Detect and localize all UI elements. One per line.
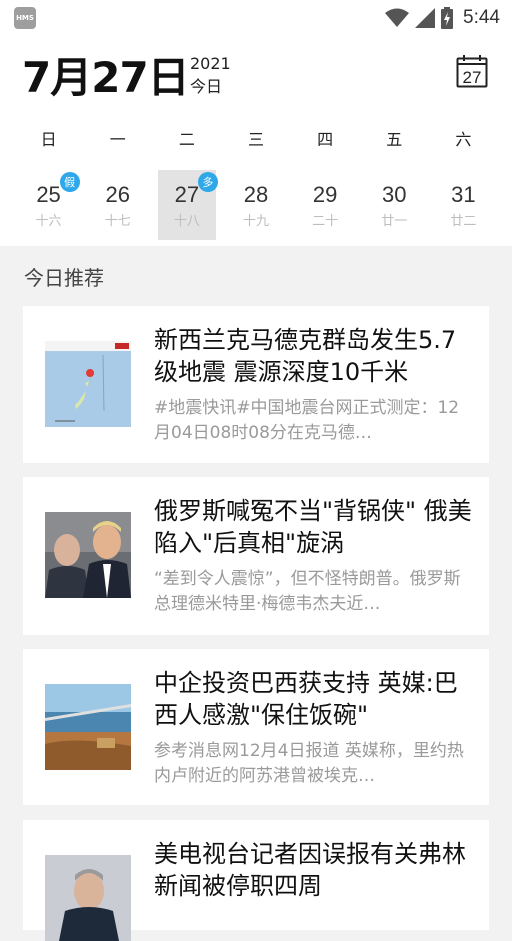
current-date: 7月27日 (22, 53, 190, 102)
hms-app-icon: HMS (14, 7, 36, 29)
day-number: 29 (312, 182, 338, 207)
day-number: 30 (382, 182, 407, 207)
status-time: 5:44 (463, 7, 500, 28)
news-card[interactable]: 俄罗斯喊冤不当"背锅侠" 俄美陷入"后真相"旋涡 “差到令人震惊”，但不怪特朗普… (23, 477, 489, 635)
holiday-badge: 假 (59, 172, 80, 192)
weekday-label: 三 (247, 130, 264, 149)
news-summary: 参考消息网12月4日报道 英媒称，里约热内卢附近的阿苏港曾被埃克… (154, 741, 464, 786)
day-cell-29[interactable]: 29 二十 (291, 170, 360, 240)
multi-event-badge: 多 (197, 172, 218, 192)
calendar-icon: 27 (456, 55, 488, 88)
weekday-label: 五 (386, 130, 403, 149)
weekday-label: 六 (455, 130, 472, 149)
wifi-icon (385, 8, 410, 27)
news-thumbnail-photo (45, 855, 131, 941)
news-card[interactable]: 美电视台记者因误报有关弗林新闻被停职四周 (23, 820, 489, 941)
lunar-date: 十七 (104, 214, 131, 229)
week-day-row: 25 十六 假 26 十七 27 十八 多 28 十九 29 二十 30 廿一 … (14, 170, 498, 240)
news-title: 新西兰克马德克群岛发生5.7级地震 震源深度10千米 (154, 326, 457, 386)
news-card[interactable]: 新西兰克马德克群岛发生5.7级地震 震源深度10千米 #地震快讯#中国地震台网正… (23, 306, 489, 463)
battery-icon (441, 7, 454, 29)
news-thumbnail-port (45, 684, 131, 770)
section-title: 今日推荐 (24, 266, 104, 290)
lunar-date: 十八 (173, 214, 200, 229)
news-summary: “差到令人震惊”，但不怪特朗普。俄罗斯总理德米特里·梅德韦杰夫近… (154, 569, 461, 614)
signal-icon (415, 8, 436, 28)
lunar-date: 廿一 (381, 214, 408, 229)
status-bar: HMS 5:44 (0, 0, 512, 36)
day-cell-28[interactable]: 28 十九 (221, 170, 290, 240)
today-label: 今日 (190, 77, 223, 96)
current-year: 2021 (190, 54, 231, 73)
day-number: 26 (105, 182, 130, 207)
day-cell-27-selected[interactable]: 27 十八 多 (152, 170, 221, 240)
lunar-date: 廿二 (450, 214, 477, 229)
lunar-date: 二十 (312, 214, 339, 229)
news-title: 美电视台记者因误报有关弗林新闻被停职四周 (154, 840, 466, 900)
weekday-header: 日 一 二 三 四 五 六 (14, 126, 498, 150)
news-thumbnail-map (45, 341, 131, 427)
calendar-today-button[interactable]: 27 (456, 54, 488, 88)
day-cell-31[interactable]: 31 廿二 (429, 170, 498, 240)
weekday-label: 二 (178, 130, 195, 149)
day-number: 27 (174, 182, 200, 207)
day-number: 28 (243, 182, 269, 207)
lunar-date: 十九 (242, 214, 269, 229)
news-summary: #地震快讯#中国地震台网正式测定：12月04日08时08分在克马德… (154, 398, 460, 443)
news-card[interactable]: 中企投资巴西获支持 英媒:巴西人感激"保住饭碗" 参考消息网12月4日报道 英媒… (23, 649, 489, 805)
day-cell-30[interactable]: 30 廿一 (360, 170, 429, 240)
news-title: 俄罗斯喊冤不当"背锅侠" 俄美陷入"后真相"旋涡 (154, 497, 472, 557)
lunar-date: 十六 (35, 214, 62, 229)
calendar-icon-day: 27 (463, 68, 482, 87)
day-cell-25[interactable]: 25 十六 假 (14, 170, 83, 240)
weekday-label: 四 (317, 130, 334, 149)
news-thumbnail-photo (45, 512, 131, 598)
weekday-label: 日 (40, 130, 57, 149)
day-cell-26[interactable]: 26 十七 (83, 170, 152, 240)
weekday-label: 一 (109, 130, 126, 149)
news-title: 中企投资巴西获支持 英媒:巴西人感激"保住饭碗" (154, 669, 458, 729)
day-number: 31 (451, 182, 476, 207)
day-number: 25 (36, 182, 61, 207)
